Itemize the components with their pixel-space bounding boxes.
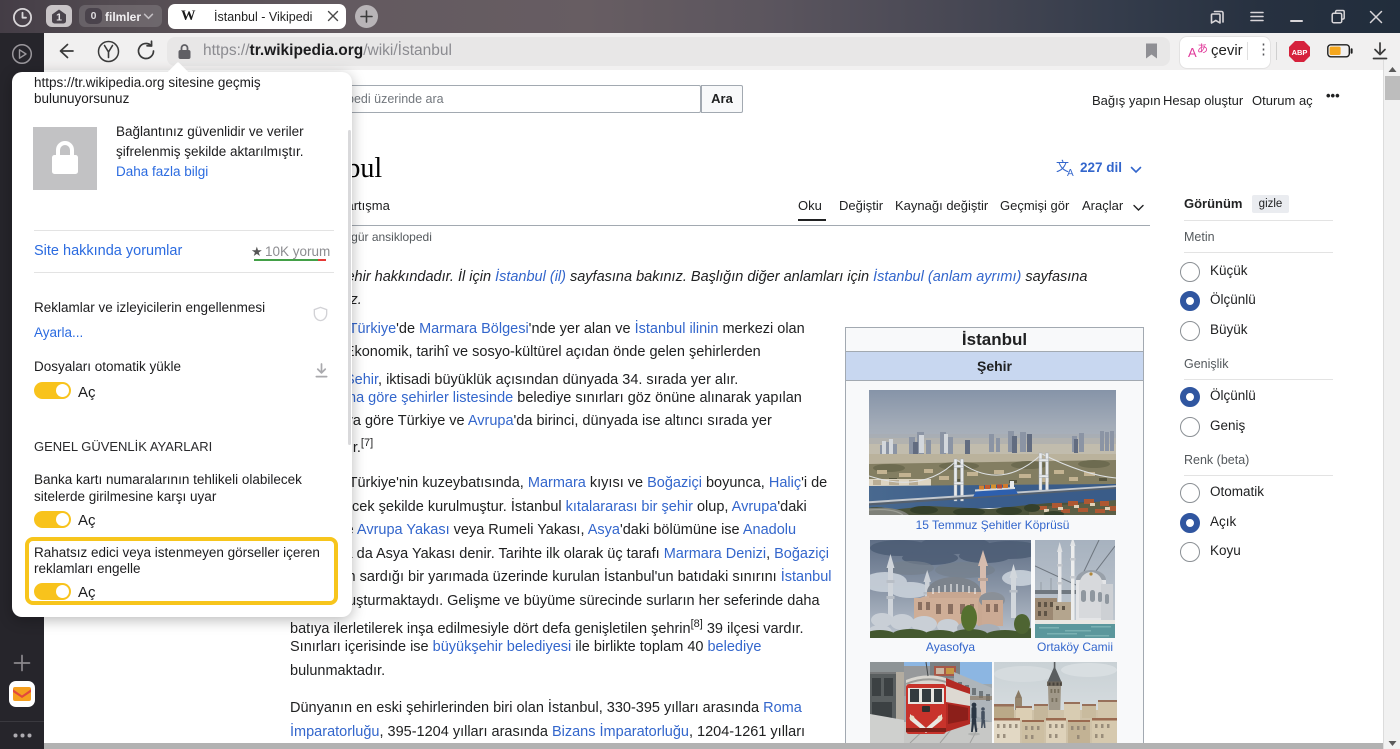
svg-text:1: 1 [56,12,62,24]
svg-text:あ: あ [1197,42,1208,55]
svg-text:A: A [1188,45,1197,60]
svg-text:A: A [1067,168,1074,177]
svg-text:ABP: ABP [1292,48,1308,57]
